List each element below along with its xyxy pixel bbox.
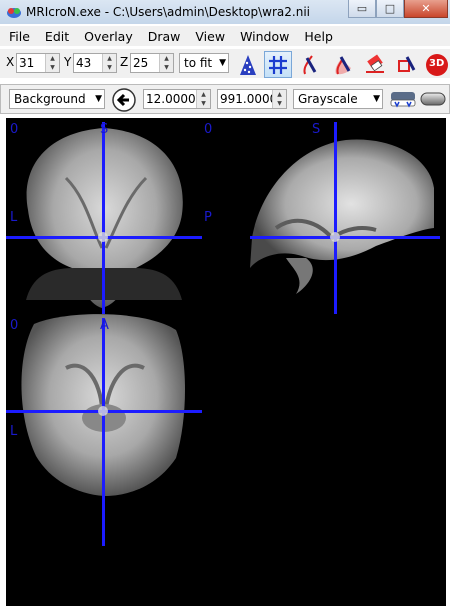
pen-button[interactable] [298, 51, 326, 78]
intensity-bar-icon [420, 92, 446, 106]
spin-down-icon[interactable]: ▼ [103, 63, 116, 72]
spin-down-icon[interactable]: ▼ [197, 99, 210, 108]
image-canvas[interactable]: 0 S L 0 S P 0 A L [6, 118, 446, 606]
spin-down-icon[interactable]: ▼ [46, 63, 59, 72]
intensity-bar-button[interactable] [419, 88, 447, 110]
menu-window[interactable]: Window [231, 29, 295, 44]
coronal-value-label: 0 [10, 122, 19, 137]
render-3d-label: 3D [429, 58, 445, 69]
y-coordinate-value[interactable]: 43 [74, 54, 102, 72]
close-button[interactable]: ✕ [404, 0, 448, 18]
zoom-select[interactable]: to fit ▼ [179, 53, 229, 73]
sagittal-crosshair-vertical [334, 122, 337, 314]
intensity-min-value[interactable]: 12.0000 [144, 90, 196, 108]
coronal-cursor [98, 232, 108, 242]
minimize-button[interactable]: ▭ [348, 0, 376, 18]
axial-top-label: A [100, 318, 109, 333]
close-icon: ✕ [421, 2, 431, 15]
intensity-min-spinner[interactable]: 12.0000 ▲ ▼ [143, 89, 211, 109]
chevron-down-icon: ▼ [219, 58, 226, 68]
eraser-icon [366, 53, 384, 73]
maximize-icon: □ [384, 2, 396, 15]
sagittal-top-label: S [312, 122, 321, 137]
x-label: X [6, 55, 15, 69]
zoom-value: to fit [184, 56, 213, 70]
xbar-icon [240, 54, 256, 75]
y-spin-arrows[interactable]: ▲ ▼ [102, 54, 116, 72]
colorbar-icon [390, 92, 416, 108]
colorbar-toggle-button[interactable] [389, 88, 417, 110]
menu-overlay[interactable]: Overlay [75, 29, 139, 44]
crosshair-grid-button[interactable] [264, 51, 292, 78]
back-button[interactable] [110, 86, 138, 113]
display-toolbar: Background ▼ 12.0000 ▲ ▼ 991.0000 ▲ ▼ Gray… [0, 84, 450, 114]
minimize-icon: ▭ [356, 2, 368, 15]
colormap-select[interactable]: Grayscale ▼ [293, 89, 383, 109]
y-coordinate-spinner[interactable]: 43 ▲ ▼ [73, 53, 117, 73]
z-coordinate-spinner[interactable]: 25 ▲ ▼ [130, 53, 174, 73]
layer-select[interactable]: Background ▼ [9, 89, 105, 109]
x-coordinate-spinner[interactable]: 31 ▲ ▼ [16, 53, 60, 73]
axial-cursor [98, 406, 108, 416]
coronal-left-label: L [10, 210, 18, 225]
menu-draw[interactable]: Draw [139, 29, 187, 44]
z-coordinate-value[interactable]: 25 [131, 54, 159, 72]
y-label: Y [64, 55, 72, 69]
spin-down-icon[interactable]: ▼ [160, 63, 173, 72]
axial-value-label: 0 [10, 318, 19, 333]
render-3d-button[interactable]: 3D [424, 51, 450, 78]
sagittal-left-label: P [204, 210, 212, 225]
pen-fill-icon [335, 55, 351, 74]
intensity-max-spinner[interactable]: 991.0000 ▲ ▼ [217, 89, 287, 109]
crosshair-grid-icon [269, 55, 287, 74]
coordinate-toolbar: X 31 ▲ ▼ Y 43 ▲ ▼ Z 25 ▲ ▼ to fit ▼ 3D [0, 48, 450, 78]
chevron-down-icon: ▼ [95, 94, 102, 104]
x-spin-arrows[interactable]: ▲ ▼ [45, 54, 59, 72]
colormap-value: Grayscale [298, 92, 358, 106]
spin-down-icon[interactable]: ▼ [273, 99, 286, 108]
app-icon [7, 8, 21, 18]
pen-fill-button[interactable] [330, 51, 358, 78]
axial-left-label: L [10, 424, 18, 439]
sagittal-crosshair-horizontal [250, 236, 440, 239]
spin-up-icon[interactable]: ▲ [103, 54, 116, 63]
coronal-top-label: S [100, 122, 109, 137]
intensity-max-arrows[interactable]: ▲ ▼ [272, 90, 286, 108]
sagittal-view[interactable] [250, 139, 434, 294]
coronal-crosshair-vertical [102, 122, 105, 314]
title-bar: MRIcroN.exe - C:\Users\admin\Desktop\wra… [0, 0, 450, 24]
intensity-max-value[interactable]: 991.0000 [218, 90, 272, 108]
chevron-down-icon: ▼ [373, 94, 380, 104]
arrow-left-icon [112, 87, 136, 112]
draw-shape-icon [398, 55, 416, 72]
spin-up-icon[interactable]: ▲ [160, 54, 173, 63]
xbar-button[interactable] [234, 51, 262, 78]
sagittal-cursor [330, 232, 340, 242]
window-controls: ▭ □ ✕ [348, 0, 448, 18]
axial-crosshair-vertical [102, 318, 105, 546]
menu-help[interactable]: Help [295, 29, 339, 44]
z-spin-arrows[interactable]: ▲ ▼ [159, 54, 173, 72]
z-label: Z [120, 55, 129, 69]
intensity-min-arrows[interactable]: ▲ ▼ [196, 90, 210, 108]
draw-shape-button[interactable] [394, 51, 422, 78]
menu-bar: File Edit Overlay Draw View Window Help [0, 26, 450, 46]
x-coordinate-value[interactable]: 31 [17, 54, 45, 72]
menu-view[interactable]: View [186, 29, 231, 44]
pen-icon [303, 54, 317, 74]
brain-views [6, 122, 440, 546]
menu-edit[interactable]: Edit [36, 29, 75, 44]
eraser-button[interactable] [362, 51, 390, 78]
spin-up-icon[interactable]: ▲ [46, 54, 59, 63]
spin-up-icon[interactable]: ▲ [197, 90, 210, 99]
maximize-button[interactable]: □ [376, 0, 404, 18]
spin-up-icon[interactable]: ▲ [273, 90, 286, 99]
sagittal-value-label: 0 [204, 122, 213, 137]
layer-value: Background [14, 92, 86, 106]
menu-file[interactable]: File [0, 29, 36, 44]
window-title: MRIcroN.exe - C:\Users\admin\Desktop\wra… [26, 5, 310, 19]
